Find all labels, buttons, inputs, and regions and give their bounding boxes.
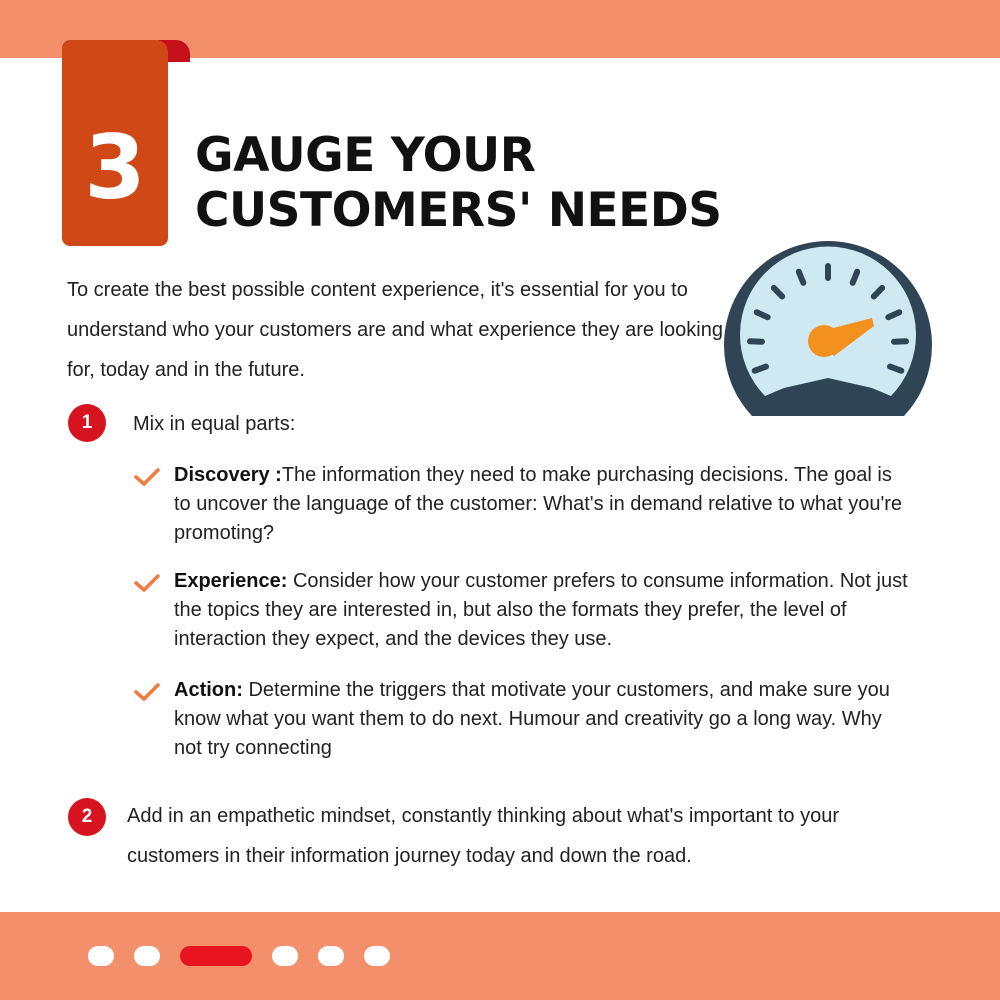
check-icon <box>134 574 160 592</box>
title-line-2: CUSTOMERS' NEEDS <box>195 183 722 238</box>
checklist-label: Experience: <box>174 570 288 592</box>
title-line-1: GAUGE YOUR <box>195 128 536 183</box>
pagination-dot[interactable] <box>364 946 390 966</box>
checklist-text: Discovery :The information they need to … <box>174 461 914 548</box>
checklist-label: Discovery : <box>174 464 282 486</box>
gauge-tick <box>849 268 861 286</box>
gauge-tick <box>887 363 905 374</box>
checklist-text: Experience: Consider how your customer p… <box>174 567 914 654</box>
gauge-tick <box>795 268 807 286</box>
intro-paragraph: To create the best possible content expe… <box>67 279 723 381</box>
pagination-dot[interactable] <box>88 946 114 966</box>
checklist-label: Action: <box>174 679 243 701</box>
checklist-description: Determine the triggers that motivate you… <box>174 679 890 759</box>
checklist-description: The information they need to make purcha… <box>174 464 903 544</box>
step-number-ribbon: 3 <box>62 40 192 250</box>
pagination-dot[interactable] <box>134 946 160 966</box>
check-icon <box>134 683 160 701</box>
check-icon <box>134 468 160 486</box>
step-badge-1: 1 <box>68 404 106 442</box>
pagination-dot[interactable] <box>318 946 344 966</box>
page-title: GAUGE YOUR CUSTOMERS' NEEDS <box>195 128 722 238</box>
step-2-text: Add in an empathetic mindset, constantly… <box>127 805 839 867</box>
checklist-text: Action: Determine the triggers that moti… <box>174 676 914 763</box>
step-1-text: Mix in equal parts: <box>133 413 296 435</box>
pagination-dot[interactable] <box>272 946 298 966</box>
pagination-dots <box>88 946 408 968</box>
step-number: 3 <box>84 116 146 219</box>
speedometer-icon <box>724 241 932 416</box>
pagination-dot-active[interactable] <box>180 946 252 966</box>
gauge-tick <box>751 363 769 374</box>
step-badge-2: 2 <box>68 798 106 836</box>
